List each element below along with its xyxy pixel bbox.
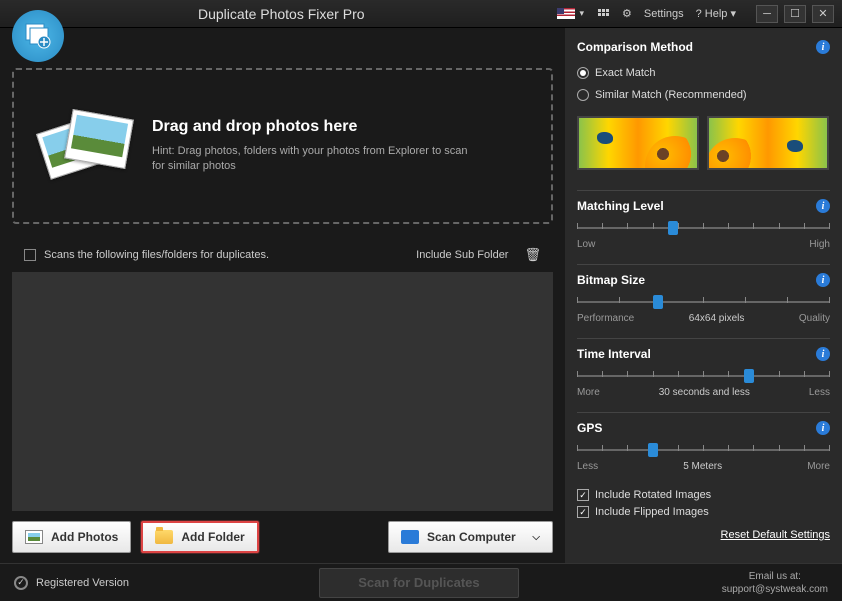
slider-label-less: Less — [809, 387, 830, 398]
registered-check-icon: ✓ — [14, 576, 28, 590]
add-folder-label: Add Folder — [181, 530, 244, 544]
add-folder-button[interactable]: Add Folder — [141, 521, 258, 553]
file-list-area — [12, 272, 553, 511]
time-interval-title: Time Interval — [577, 347, 651, 361]
slider-label-quality: Quality — [799, 313, 830, 324]
slider-label-more: More — [577, 387, 600, 398]
titlebar: Duplicate Photos Fixer Pro ▾ ⚙ Settings … — [0, 0, 842, 28]
dropzone-hint: Hint: Drag photos, folders with your pho… — [152, 144, 472, 175]
left-panel: Drag and drop photos here Hint: Drag pho… — [0, 28, 565, 563]
right-panel: Comparison Method i Exact Match Similar … — [565, 28, 842, 563]
slider-label-performance: Performance — [577, 313, 634, 324]
language-flag-icon[interactable] — [557, 8, 575, 19]
trash-icon[interactable]: 🗑 — [524, 247, 541, 263]
exact-match-label: Exact Match — [595, 67, 656, 79]
close-button[interactable]: ✕ — [812, 5, 834, 23]
list-header: Scans the following files/folders for du… — [12, 238, 553, 272]
include-rotated-checkbox[interactable]: ✓ Include Rotated Images — [577, 489, 830, 501]
bitmap-size-value: 64x64 pixels — [689, 313, 745, 324]
photo-icon — [25, 530, 43, 544]
exact-match-radio[interactable]: Exact Match — [577, 67, 830, 79]
radio-icon — [577, 89, 589, 101]
add-photos-button[interactable]: Add Photos — [12, 521, 131, 553]
app-logo — [12, 10, 64, 62]
app-title: Duplicate Photos Fixer Pro — [198, 6, 365, 22]
preview-image-1 — [577, 116, 699, 170]
monitor-icon — [401, 530, 419, 544]
minimize-button[interactable]: ─ — [756, 5, 778, 23]
scan-for-duplicates-button[interactable]: Scan for Duplicates — [319, 568, 519, 598]
reset-default-link[interactable]: Reset Default Settings — [577, 529, 830, 541]
slider-label-low: Low — [577, 239, 595, 250]
footer: ✓ Registered Version Scan for Duplicates… — [0, 563, 842, 601]
info-icon[interactable]: i — [816, 347, 830, 361]
slider-label-less: Less — [577, 461, 598, 472]
matching-level-title: Matching Level — [577, 199, 664, 213]
comparison-method-title: Comparison Method — [577, 40, 693, 54]
preview-image-2 — [707, 116, 829, 170]
add-photos-label: Add Photos — [51, 530, 118, 544]
slider-label-high: High — [809, 239, 830, 250]
email-info: Email us at: support@systweak.com — [722, 570, 828, 596]
info-icon[interactable]: i — [816, 40, 830, 54]
scan-computer-dropdown[interactable]: Scan Computer ⌵ — [388, 521, 553, 553]
help-link[interactable]: ? Help ▾ — [696, 7, 736, 20]
gps-title: GPS — [577, 421, 602, 435]
email-label: Email us at: — [722, 570, 828, 583]
checkbox-icon: ✓ — [577, 489, 589, 501]
select-all-checkbox[interactable] — [24, 249, 36, 261]
chevron-down-icon: ⌵ — [532, 532, 540, 543]
folder-icon — [155, 530, 173, 544]
gps-value: 5 Meters — [683, 461, 722, 472]
dropzone[interactable]: Drag and drop photos here Hint: Drag pho… — [12, 68, 553, 224]
info-icon[interactable]: i — [816, 199, 830, 213]
maximize-button[interactable]: ☐ — [784, 5, 806, 23]
similar-match-label: Similar Match (Recommended) — [595, 89, 747, 101]
info-icon[interactable]: i — [816, 273, 830, 287]
gps-slider[interactable] — [577, 443, 830, 457]
dropzone-heading: Drag and drop photos here — [152, 118, 472, 136]
slider-label-more: More — [807, 461, 830, 472]
time-interval-slider[interactable] — [577, 369, 830, 383]
email-address[interactable]: support@systweak.com — [722, 583, 828, 596]
include-rotated-label: Include Rotated Images — [595, 489, 711, 501]
include-subfolder-label[interactable]: Include Sub Folder — [416, 249, 508, 261]
gear-icon: ⚙ — [622, 7, 632, 20]
bitmap-size-slider[interactable] — [577, 295, 830, 309]
grid-icon[interactable] — [596, 7, 610, 21]
similar-match-radio[interactable]: Similar Match (Recommended) — [577, 89, 830, 101]
registered-label: Registered Version — [36, 577, 129, 589]
include-flipped-checkbox[interactable]: ✓ Include Flipped Images — [577, 506, 830, 518]
include-flipped-label: Include Flipped Images — [595, 506, 709, 518]
bitmap-size-title: Bitmap Size — [577, 273, 645, 287]
settings-link[interactable]: Settings — [644, 8, 684, 20]
scan-computer-label: Scan Computer — [427, 530, 516, 544]
radio-icon — [577, 67, 589, 79]
checkbox-icon: ✓ — [577, 506, 589, 518]
info-icon[interactable]: i — [816, 421, 830, 435]
matching-level-slider[interactable] — [577, 221, 830, 235]
photo-stack-icon — [42, 106, 130, 186]
list-header-label: Scans the following files/folders for du… — [44, 249, 269, 261]
time-interval-value: 30 seconds and less — [659, 387, 750, 398]
language-dropdown-arrow[interactable]: ▾ — [579, 8, 584, 19]
